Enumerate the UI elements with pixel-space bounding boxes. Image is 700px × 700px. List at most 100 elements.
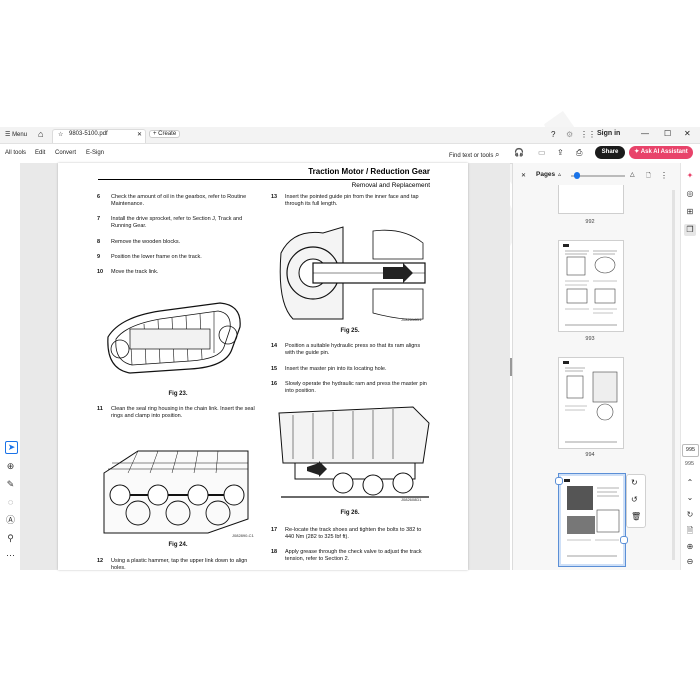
zoom-in-icon[interactable]: ⊕: [684, 541, 696, 553]
document-icon[interactable]: 🗎: [684, 525, 696, 537]
thumb-994-content: [563, 361, 618, 443]
hamburger-icon: ☰: [5, 132, 11, 138]
headphones-icon[interactable]: 🎧: [514, 148, 524, 157]
bookmark-icon[interactable]: ⊞: [684, 206, 696, 218]
sign-in-button[interactable]: Sign in: [597, 130, 620, 137]
zoom-out-thumbs-icon[interactable]: ▵: [558, 171, 561, 178]
chevron-up-icon[interactable]: ⌃: [684, 477, 696, 489]
close-panel-icon[interactable]: ✕: [521, 172, 526, 179]
comment-add-icon[interactable]: ⊕: [5, 461, 16, 472]
page-thumbnail-992[interactable]: [558, 185, 624, 214]
find-label: Find text or tools: [449, 153, 494, 159]
current-page-input[interactable]: 995: [682, 444, 699, 457]
step-11: 11 Clean the seal ring housing in the cha…: [97, 406, 255, 420]
ai-assistant-button[interactable]: ✦ Ask AI Assistant: [629, 146, 693, 159]
print-icon[interactable]: ⎙: [576, 148, 582, 158]
panel-more-icon[interactable]: ⋮: [660, 171, 668, 180]
menu-label: Menu: [12, 132, 28, 138]
fig23-track-illustration: [100, 289, 250, 387]
highlight-icon[interactable]: ◌: [5, 497, 16, 508]
save-icon[interactable]: ▭: [538, 148, 546, 157]
text-box-icon[interactable]: Ⓐ: [5, 515, 16, 526]
thumb-993-content: [563, 244, 617, 326]
page-thumbnail-label-992: 992: [585, 219, 595, 225]
fig25-code: J082610D1: [401, 317, 422, 322]
page-thumbnail-994[interactable]: [558, 357, 624, 449]
fig25-guide-pin-illustration: [273, 223, 428, 323]
step-15: 15 Insert the master pin into its locatin…: [271, 366, 387, 372]
esign-button[interactable]: E-Sign: [86, 150, 104, 156]
thumb-selection-handle[interactable]: [555, 477, 563, 485]
fig23-caption: Fig 23.: [168, 391, 188, 397]
chevron-down-icon[interactable]: ⌄: [684, 492, 696, 504]
step-7: 7 Install the drive sprocket, refer to Se…: [97, 216, 243, 230]
ai-assistant-label: Ask AI Assistant: [640, 149, 688, 155]
minimize-icon[interactable]: —: [641, 129, 649, 138]
pdf-page: Traction Motor / Reduction Gear Removal …: [58, 163, 468, 570]
settings-icon[interactable]: ⚙: [566, 130, 573, 139]
upload-icon[interactable]: ⇪: [557, 148, 564, 157]
left-tool-rail: [0, 163, 21, 570]
step-13: 13 Insert the pointed guide pin from the …: [271, 194, 419, 208]
pages-panel-icon[interactable]: ❐: [684, 224, 696, 236]
pages-panel-scrollbar[interactable]: [672, 190, 675, 560]
help-icon[interactable]: ?: [551, 130, 555, 139]
page-thumbnail-995-selected[interactable]: [558, 473, 626, 567]
refresh-icon[interactable]: ↻: [684, 509, 696, 521]
fig24-code: J082890-C1: [232, 533, 254, 538]
fig24-caption: Fig 24.: [168, 542, 188, 548]
step-14: 14 Position a suitable hydraulic press so…: [271, 343, 421, 357]
step-17: 17 Re-locate the track shoes and tighten …: [271, 527, 422, 541]
close-tab-icon[interactable]: ✕: [137, 131, 142, 138]
page-header-title: Traction Motor / Reduction Gear: [308, 167, 430, 176]
pages-panel-title: Pages: [536, 171, 556, 178]
zoom-out-icon[interactable]: ⊖: [684, 556, 696, 568]
header-rule: [98, 179, 430, 180]
pen-icon[interactable]: ✎: [5, 479, 16, 490]
find-button[interactable]: Find text or tools ⌕: [449, 150, 500, 160]
fig25-caption: Fig 25.: [340, 328, 360, 334]
insert-page-icon[interactable]: 🗋: [646, 171, 651, 181]
step-10: 10 Move the track link.: [97, 269, 159, 275]
ai-chat-icon[interactable]: ✦: [684, 170, 696, 182]
step-8: 8 Remove the wooden blocks.: [97, 239, 181, 245]
step-18: 18 Apply grease through the check valve t…: [271, 549, 422, 563]
tab-title: 9803-5100.pdf: [69, 131, 108, 137]
page-thumbnail-993[interactable]: [558, 240, 624, 332]
stamp-icon[interactable]: ⚲: [5, 533, 16, 544]
convert-button[interactable]: Convert: [55, 150, 76, 156]
thumb-size-slider-knob[interactable]: [574, 172, 580, 179]
page-thumbnail-label-994: 994: [585, 452, 595, 458]
page-total: 995: [684, 461, 695, 467]
page-thumbnail-label-993: 993: [585, 336, 595, 342]
zoom-in-thumbs-icon[interactable]: △: [630, 171, 635, 178]
step-12: 12 Using a plastic hammer, tap the upper …: [97, 558, 248, 570]
maximize-icon[interactable]: ☐: [664, 129, 671, 138]
fig26-code: J082608D1: [401, 497, 422, 502]
thumb-995-content: [561, 476, 623, 564]
close-window-icon[interactable]: ✕: [684, 129, 691, 138]
thumb-selection-handle-2[interactable]: [620, 536, 628, 544]
rotate-clockwise-icon[interactable]: ↻: [631, 478, 638, 487]
fig26-hydraulic-press-illustration: [273, 403, 433, 503]
step-9: 9 Position the lower frame on the track.: [97, 254, 202, 260]
search-icon: ⌕: [495, 150, 500, 159]
share-button[interactable]: Share: [595, 146, 625, 159]
all-tools-button[interactable]: All tools: [5, 150, 26, 156]
create-button[interactable]: + Create: [149, 130, 181, 138]
home-icon[interactable]: ⌂: [38, 129, 43, 139]
more-tools-icon[interactable]: ⋯: [5, 550, 16, 561]
apps-grid-icon[interactable]: ⋮⋮: [580, 130, 596, 139]
menu-button[interactable]: ☰ Menu: [5, 131, 27, 138]
delete-page-icon[interactable]: 🗑: [631, 512, 641, 521]
page-header-subtitle: Removal and Replacement: [351, 182, 430, 189]
select-cursor-icon[interactable]: ➤: [5, 441, 18, 454]
fig26-caption: Fig 26.: [340, 510, 360, 516]
comment-icon[interactable]: ◎: [684, 188, 696, 200]
step-6: 6 Check the amount of oil in the gearbox,…: [97, 194, 247, 208]
step-16: 16 Slowly operate the hydraulic ram and p…: [271, 381, 427, 395]
star-icon[interactable]: ☆: [58, 131, 63, 138]
rotate-counterclockwise-icon[interactable]: ↺: [631, 495, 638, 504]
edit-button[interactable]: Edit: [35, 150, 45, 156]
create-label: Create: [158, 131, 177, 137]
